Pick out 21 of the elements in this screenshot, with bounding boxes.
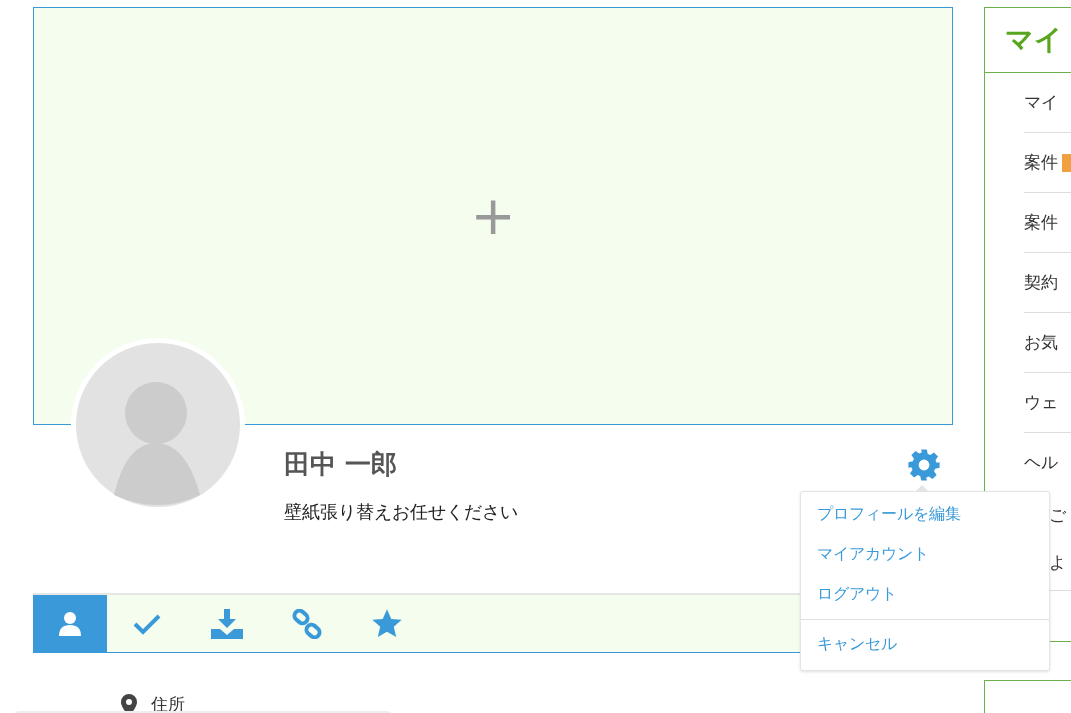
location-pin-icon [121,693,137,713]
profile-tagline: 壁紙張り替えお任せください [284,500,518,524]
tab[interactable] [33,595,107,652]
sidebar-link[interactable]: お気 [1024,331,1058,354]
address-label: 住所 [151,693,185,713]
sidebar-link[interactable]: 案件 [1024,151,1058,174]
sidebar-link[interactable]: ウェ [1024,391,1058,414]
sidebar-link[interactable]: 案件 [1024,211,1058,234]
sidebar-link[interactable]: 契約 [1024,271,1058,294]
sidebar-link[interactable]: ヘル [1024,451,1058,474]
sidebar-link[interactable]: マイ [1024,91,1058,114]
star-icon [371,607,403,640]
profile-name: 田中 一郎 [284,448,399,481]
person-icon [58,609,82,638]
sidebar-title: マイ [985,8,1071,73]
sidebar-link[interactable]: よ [1049,551,1066,574]
sidebar-link[interactable]: ご [1049,504,1066,527]
link-icon [292,608,322,639]
check-icon [132,612,162,635]
download-icon [211,608,243,639]
settings-icon[interactable] [907,448,941,482]
